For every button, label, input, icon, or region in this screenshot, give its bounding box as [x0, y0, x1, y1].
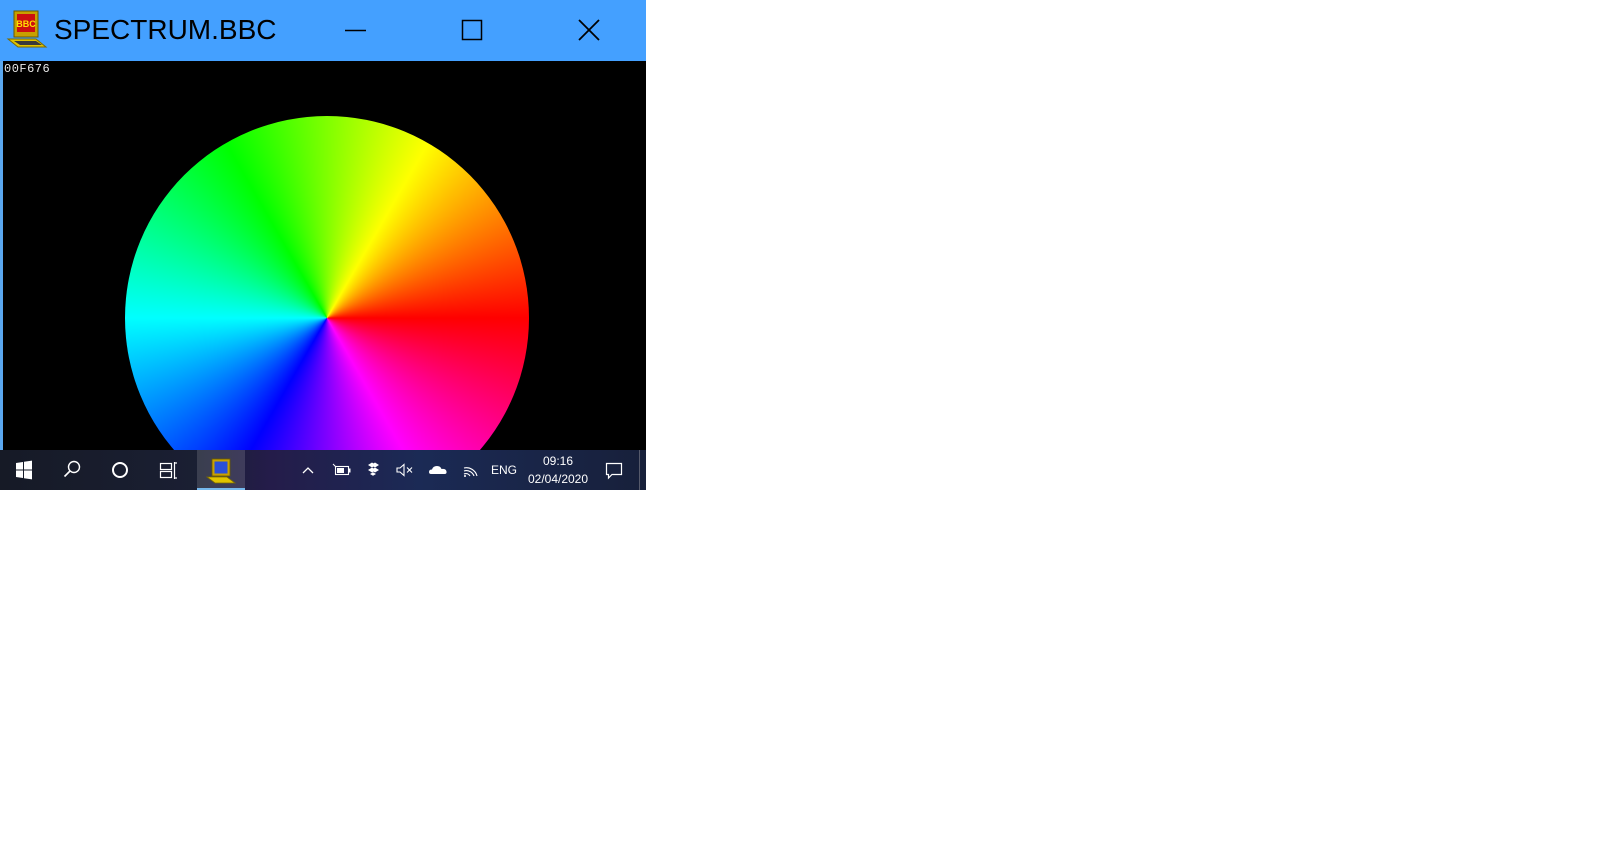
windows-icon	[16, 460, 32, 480]
system-clock[interactable]: 09:16 02/04/2020	[522, 450, 594, 490]
chevron-up-icon	[302, 467, 314, 474]
input-language[interactable]: ENG	[488, 450, 520, 490]
battery-button[interactable]	[325, 450, 357, 490]
clock-time: 09:16	[542, 454, 574, 468]
graphics-canvas[interactable]: 00F676	[0, 61, 646, 450]
dropbox-icon	[368, 462, 379, 476]
taskbar-app-spectrum[interactable]	[197, 450, 245, 490]
volume-muted-icon	[396, 463, 413, 477]
minimize-icon	[345, 29, 366, 32]
wifi-icon	[463, 467, 478, 477]
dropbox-button[interactable]	[357, 450, 389, 490]
onedrive-button[interactable]	[422, 450, 454, 490]
show-desktop-button[interactable]	[639, 450, 647, 490]
app-window: BBC SPECTRUM.BBC 00F676	[0, 0, 646, 450]
bbc-micro-icon[interactable]: BBC	[6, 9, 48, 49]
action-center-button[interactable]	[597, 450, 631, 490]
action-center-icon	[605, 462, 623, 480]
volume-button[interactable]	[389, 450, 421, 490]
app-icon-label: BBC	[16, 19, 36, 29]
window-title: SPECTRUM.BBC	[54, 14, 277, 45]
start-button[interactable]	[0, 450, 48, 490]
cortana-icon	[112, 462, 128, 478]
network-button[interactable]	[455, 450, 487, 490]
onedrive-icon	[429, 466, 447, 474]
minimize-button[interactable]	[298, 0, 415, 61]
search-icon	[63, 460, 81, 478]
color-wheel	[125, 116, 529, 450]
window-border	[0, 61, 3, 450]
maximize-button[interactable]	[414, 0, 531, 61]
taskbar: ENG 09:16 02/04/2020	[0, 450, 646, 490]
title-bar[interactable]: BBC SPECTRUM.BBC	[0, 0, 646, 61]
cortana-button[interactable]	[96, 450, 144, 490]
maximize-icon	[461, 19, 483, 41]
clock-date: 02/04/2020	[527, 472, 589, 486]
task-view-icon	[159, 462, 177, 479]
battery-icon	[332, 463, 351, 476]
bbc-micro-icon	[205, 458, 237, 484]
task-view-button[interactable]	[144, 450, 192, 490]
show-hidden-icons-button[interactable]	[292, 450, 324, 490]
close-button[interactable]	[530, 0, 646, 61]
color-readout: 00F676	[4, 62, 51, 76]
close-icon	[578, 19, 600, 41]
active-indicator	[197, 488, 245, 490]
search-button[interactable]	[48, 450, 96, 490]
